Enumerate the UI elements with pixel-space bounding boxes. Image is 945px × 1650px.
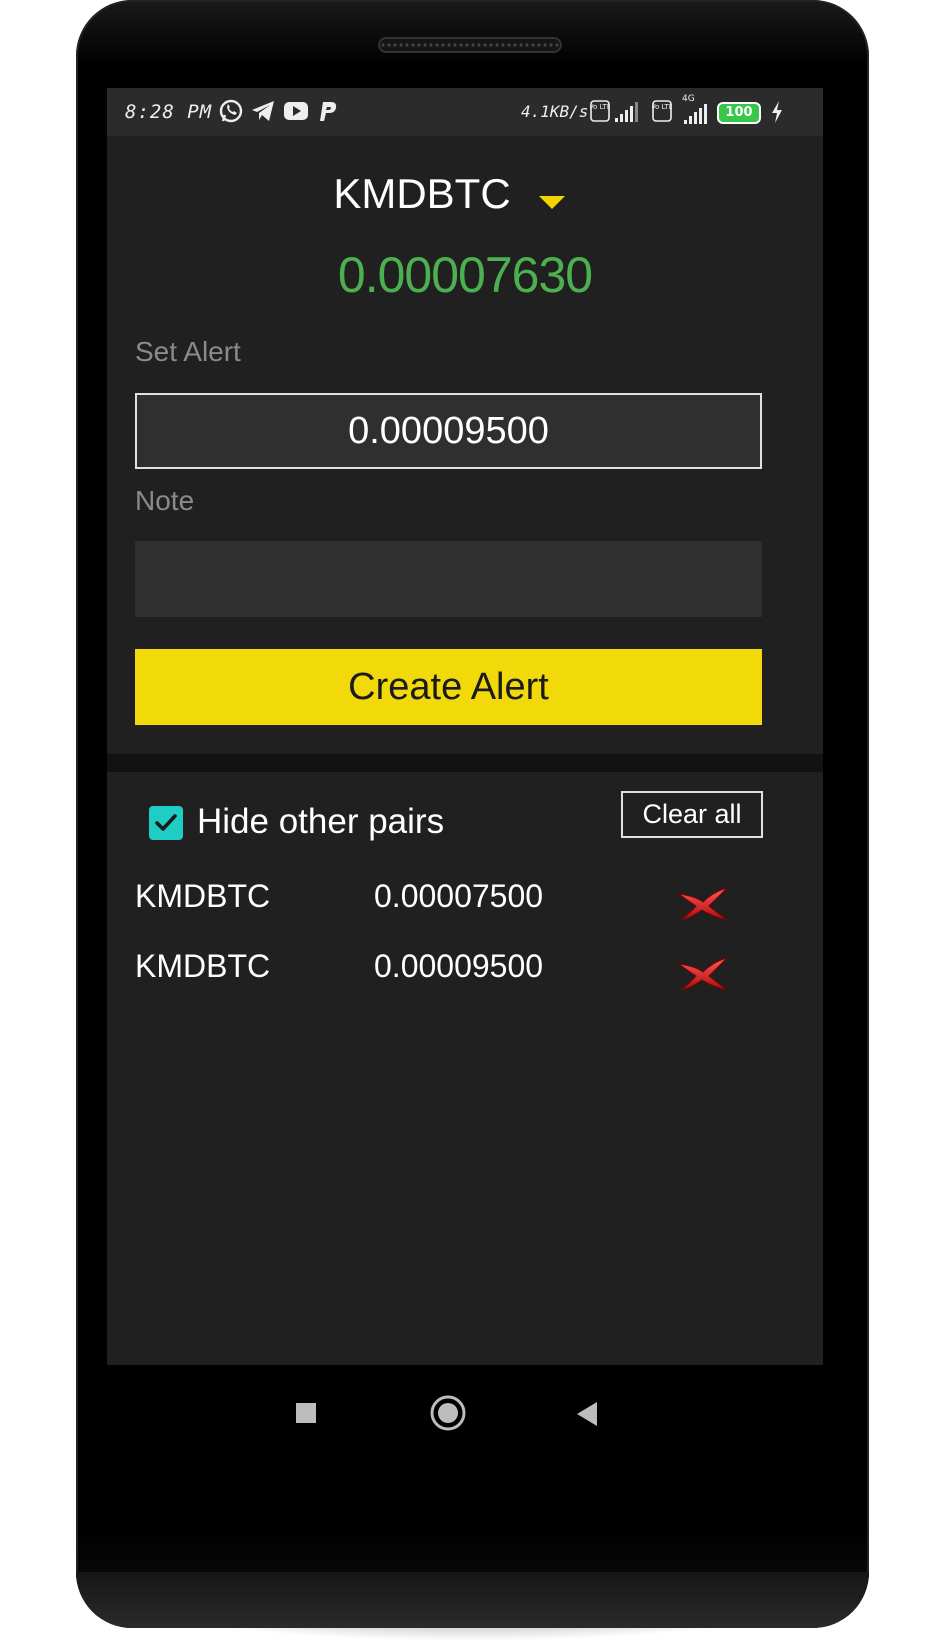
create-alert-button[interactable]: Create Alert	[135, 649, 762, 725]
alert-pair: KMDBTC	[135, 948, 271, 984]
alert-value-input[interactable]: 0.00009500	[135, 393, 762, 469]
phone-chin	[76, 1572, 869, 1628]
back-triangle-icon[interactable]	[575, 1401, 599, 1427]
alert-form-panel: KMDBTC 0.00007630 Set Alert 0.00009500 N…	[107, 136, 823, 754]
alert-pair: KMDBTC	[135, 878, 271, 914]
alert-value: 0.00007500	[374, 878, 544, 914]
volte-text-2: Vo LTE	[652, 103, 672, 111]
delete-alert-icon[interactable]	[675, 956, 731, 992]
hide-other-pairs-label: Hide other pairs	[197, 802, 445, 841]
clear-all-button[interactable]: Clear all	[621, 791, 763, 838]
current-price: 0.00007630	[337, 247, 593, 303]
youtube-icon	[284, 102, 308, 120]
signal-icon	[615, 102, 638, 122]
list-item: KMDBTC 0.00009500	[107, 948, 823, 1008]
telegram-icon	[252, 101, 274, 121]
earpiece-speaker	[378, 37, 562, 53]
status-bar: 8:28 PM 4.1KB/s Vo LTE Vo LTE 4G 100	[107, 88, 823, 136]
checkmark-icon	[155, 814, 177, 831]
network-speed: 4.1KB/s	[521, 102, 589, 121]
volte-icon: Vo LTE	[590, 100, 610, 122]
hide-other-pairs-checkbox[interactable]	[149, 806, 183, 840]
phone-frame: 8:28 PM 4.1KB/s Vo LTE Vo LTE 4G 100 KMD…	[76, 0, 869, 1628]
home-circle-icon[interactable]	[429, 1394, 467, 1432]
charging-icon	[772, 101, 782, 123]
navigation-bar	[107, 1365, 823, 1465]
volte-icon-2: Vo LTE	[652, 100, 672, 122]
list-item: KMDBTC 0.00007500	[107, 878, 823, 938]
dropdown-arrow-icon	[539, 196, 565, 209]
set-alert-label: Set Alert	[135, 336, 241, 367]
screen: 8:28 PM 4.1KB/s Vo LTE Vo LTE 4G 100 KMD…	[107, 88, 823, 1365]
recents-square-icon[interactable]	[295, 1402, 317, 1424]
status-time: 8:28 PM	[125, 101, 213, 123]
delete-alert-icon[interactable]	[675, 886, 731, 922]
pair-selector-value: KMDBTC	[333, 170, 511, 217]
battery-indicator: 100	[717, 102, 761, 124]
paypal-icon	[320, 102, 337, 121]
signal-icon-2	[684, 104, 707, 124]
alert-value: 0.00009500	[374, 948, 544, 984]
note-label: Note	[135, 485, 195, 516]
note-input[interactable]	[135, 541, 762, 617]
alerts-list-panel: Hide other pairs Clear all KMDBTC 0.0000…	[107, 772, 823, 1365]
pair-selector[interactable]: KMDBTC	[107, 156, 823, 217]
whatsapp-icon	[219, 99, 243, 123]
volte-text-1: Vo LTE	[590, 103, 610, 111]
